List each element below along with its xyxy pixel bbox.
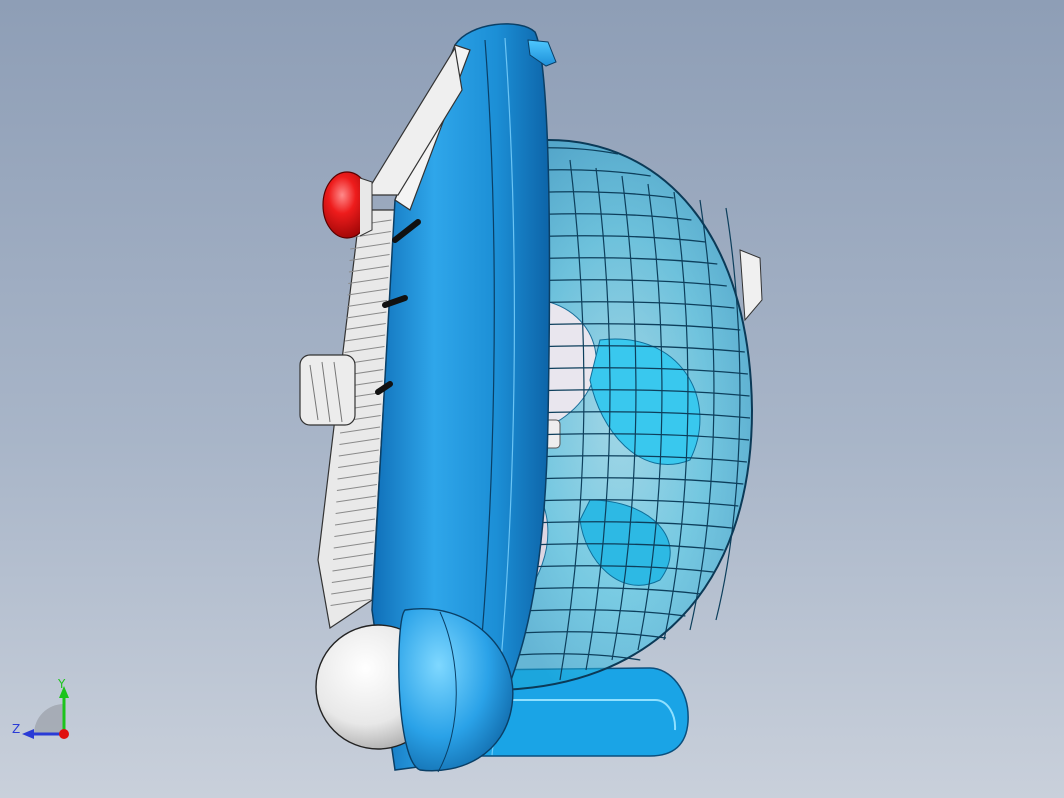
z-axis-label: Z: [12, 722, 20, 736]
axis-arc: [34, 704, 64, 734]
speed-dial-knob[interactable]: [299, 354, 356, 426]
z-axis-arrow: [22, 729, 34, 739]
power-knob[interactable]: [322, 171, 373, 239]
cad-viewport[interactable]: [0, 0, 1064, 798]
axis-triad: Y Z: [12, 677, 69, 739]
y-axis-label: Y: [57, 677, 66, 691]
origin-dot: [59, 729, 69, 739]
pivot-joint: [315, 608, 514, 773]
